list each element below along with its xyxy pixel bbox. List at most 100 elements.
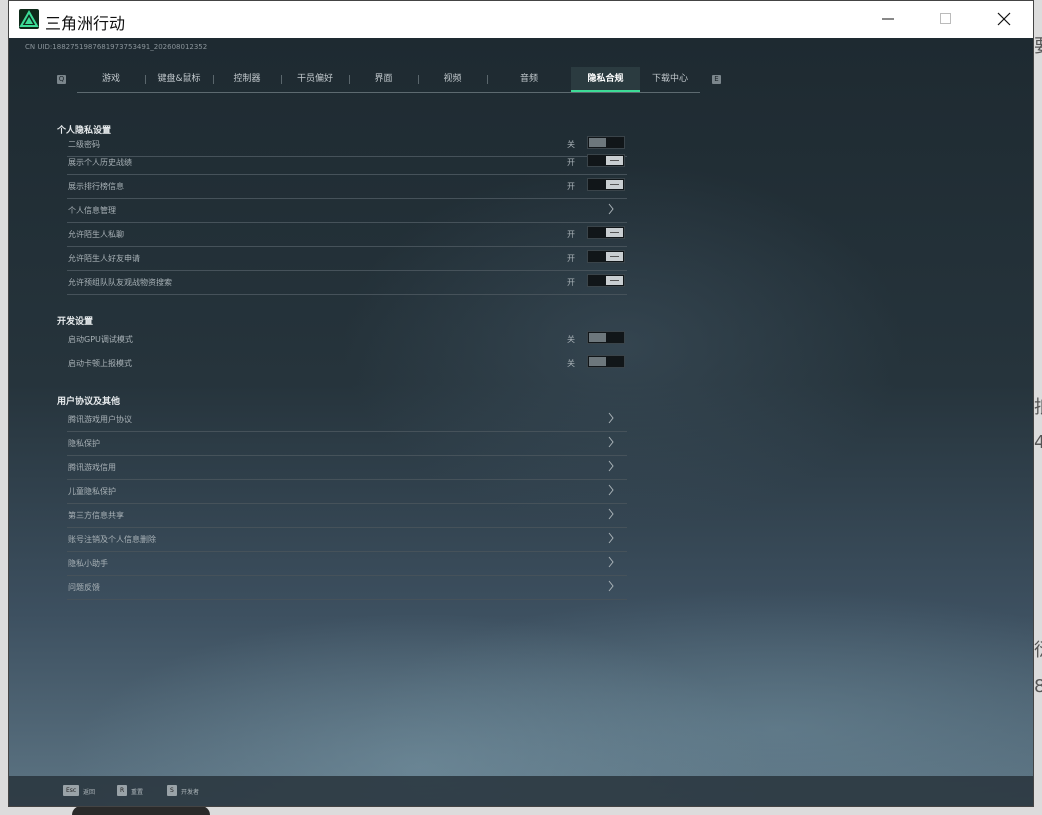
row-label: 允许陌生人私聊 — [68, 230, 124, 239]
maximize-icon — [940, 13, 951, 24]
row-label: 账号注销及个人信息删除 — [68, 535, 156, 544]
row-label: 允许陌生人好友申请 — [68, 254, 140, 263]
reset-key-hint[interactable]: R — [117, 785, 128, 796]
tab-privacy-compliance[interactable]: 隐私合规 — [571, 67, 640, 92]
uid-text: CN UID:1882751987681973753491_2026080123… — [25, 43, 208, 51]
link-row-user-agreement[interactable]: 腾讯游戏用户协议 — [67, 408, 627, 432]
app-window: 三角洲行动 CN UID:1882751987681973753491_2026… — [8, 0, 1034, 807]
toggle-knob — [606, 228, 623, 237]
toggle-knob — [589, 333, 606, 342]
setting-row-gpu-debug[interactable]: 启动GPU调试模式 关 — [67, 328, 627, 352]
link-row-privacy-protection[interactable]: 隐私保护 — [67, 432, 627, 456]
section-title-agreements: 用户协议及其他 — [57, 397, 121, 407]
tab-keyboard-mouse[interactable]: 键盘&鼠标 — [145, 67, 213, 92]
row-state: 开 — [567, 182, 575, 191]
toggle-switch[interactable] — [587, 355, 625, 368]
row-state: 开 — [567, 158, 575, 167]
setting-row-show-history[interactable]: 展示个人历史战绩 开 — [67, 151, 627, 175]
chevron-right-icon — [608, 580, 614, 592]
desktop-text-fragment: 衍 — [1034, 636, 1042, 662]
toggle-switch[interactable] — [587, 226, 625, 239]
toggle-switch[interactable] — [587, 331, 625, 344]
tab-download-center[interactable]: 下载中心 — [640, 67, 700, 92]
reset-label: 重置 — [131, 789, 144, 796]
tab-interface[interactable]: 界面 — [349, 67, 418, 92]
row-label: 展示排行榜信息 — [68, 182, 124, 191]
tab-audio[interactable]: 音频 — [487, 67, 571, 92]
tab-video[interactable]: 视频 — [418, 67, 487, 92]
chevron-right-icon — [608, 436, 614, 448]
row-label: 启动GPU调试模式 — [68, 335, 133, 344]
row-state: 开 — [567, 254, 575, 263]
row-label: 问题反馈 — [68, 583, 100, 592]
toggle-knob — [589, 138, 606, 147]
chevron-right-icon — [608, 532, 614, 544]
link-row-third-party-sharing[interactable]: 第三方信息共享 — [67, 504, 627, 528]
setting-row-show-leaderboard[interactable]: 展示排行榜信息 开 — [67, 175, 627, 199]
link-row-child-privacy[interactable]: 儿童隐私保护 — [67, 480, 627, 504]
row-state: 关 — [567, 335, 575, 344]
link-row-feedback[interactable]: 问题反馈 — [67, 576, 627, 600]
close-icon — [997, 12, 1011, 26]
row-state: 关 — [567, 140, 575, 149]
row-label: 启动卡顿上报模式 — [68, 359, 132, 368]
dev-label: 开发者 — [181, 789, 200, 796]
row-label: 腾讯游戏用户协议 — [68, 415, 132, 424]
esc-key-hint[interactable]: Esc — [63, 785, 80, 796]
back-label: 返回 — [83, 789, 96, 796]
close-button[interactable] — [975, 1, 1033, 38]
toggle-switch[interactable] — [587, 274, 625, 287]
footer-hint-bar: Esc 返回 R 重置 S 开发者 — [9, 776, 1033, 806]
setting-row-stranger-friend-request[interactable]: 允许陌生人好友申请 开 — [67, 247, 627, 271]
desktop-text-fragment: 抵 — [1034, 393, 1042, 419]
settings-tab-bar: 游戏 键盘&鼠标 控制器 干员偏好 界面 视频 音频 隐私合规 下载中心 — [77, 67, 700, 93]
app-logo-icon — [19, 9, 39, 29]
toggle-knob — [606, 252, 623, 261]
chevron-right-icon — [608, 484, 614, 496]
setting-row-stutter-report[interactable]: 启动卡顿上报模式 关 — [67, 352, 627, 376]
row-label: 允许预组队队友观战物资搜索 — [68, 278, 172, 287]
tab-game[interactable]: 游戏 — [77, 67, 145, 92]
maximize-button[interactable] — [917, 1, 975, 38]
chevron-right-icon — [608, 556, 614, 568]
section-title-dev-settings: 开发设置 — [57, 317, 94, 327]
window-title: 三角洲行动 — [45, 14, 126, 33]
desktop-text-fragment: 8: — [1034, 676, 1042, 697]
chevron-right-icon — [608, 508, 614, 520]
toggle-switch[interactable] — [587, 250, 625, 263]
toggle-switch[interactable] — [587, 154, 625, 167]
desktop-text-fragment: 4: — [1034, 432, 1042, 453]
tab-prev-key[interactable]: Q — [57, 75, 66, 84]
row-label: 儿童隐私保护 — [68, 487, 116, 496]
toggle-switch[interactable] — [587, 136, 625, 149]
row-state: 开 — [567, 230, 575, 239]
tab-operator-preference[interactable]: 干员偏好 — [281, 67, 349, 92]
setting-row-stranger-chat[interactable]: 允许陌生人私聊 开 — [67, 223, 627, 247]
toggle-knob — [606, 156, 623, 165]
link-row-privacy-assistant[interactable]: 隐私小助手 — [67, 552, 627, 576]
tab-next-key[interactable]: E — [712, 75, 721, 84]
link-row-game-credit[interactable]: 腾讯游戏信用 — [67, 456, 627, 480]
row-label: 隐私小助手 — [68, 559, 108, 568]
row-label: 二级密码 — [68, 140, 100, 149]
game-settings-screen: CN UID:1882751987681973753491_2026080123… — [9, 38, 1033, 806]
row-state: 开 — [567, 278, 575, 287]
link-row-account-deletion[interactable]: 账号注销及个人信息删除 — [67, 528, 627, 552]
row-label: 第三方信息共享 — [68, 511, 124, 520]
chevron-right-icon — [608, 460, 614, 472]
dev-key-hint[interactable]: S — [167, 785, 177, 796]
chevron-right-icon — [608, 203, 614, 215]
tab-controller[interactable]: 控制器 — [213, 67, 281, 92]
row-label: 隐私保护 — [68, 439, 100, 448]
setting-row-teammate-spectate-search[interactable]: 允许预组队队友观战物资搜索 开 — [67, 271, 627, 295]
setting-row-personal-info-management[interactable]: 个人信息管理 — [67, 199, 627, 223]
row-label: 腾讯游戏信用 — [68, 463, 116, 472]
row-state: 关 — [567, 359, 575, 368]
minimize-button[interactable] — [859, 1, 917, 38]
chevron-right-icon — [608, 412, 614, 424]
toggle-knob — [606, 276, 623, 285]
toggle-knob — [589, 357, 606, 366]
title-bar: 三角洲行动 — [9, 1, 1033, 38]
toggle-switch[interactable] — [587, 178, 625, 191]
minimize-icon — [882, 18, 894, 20]
